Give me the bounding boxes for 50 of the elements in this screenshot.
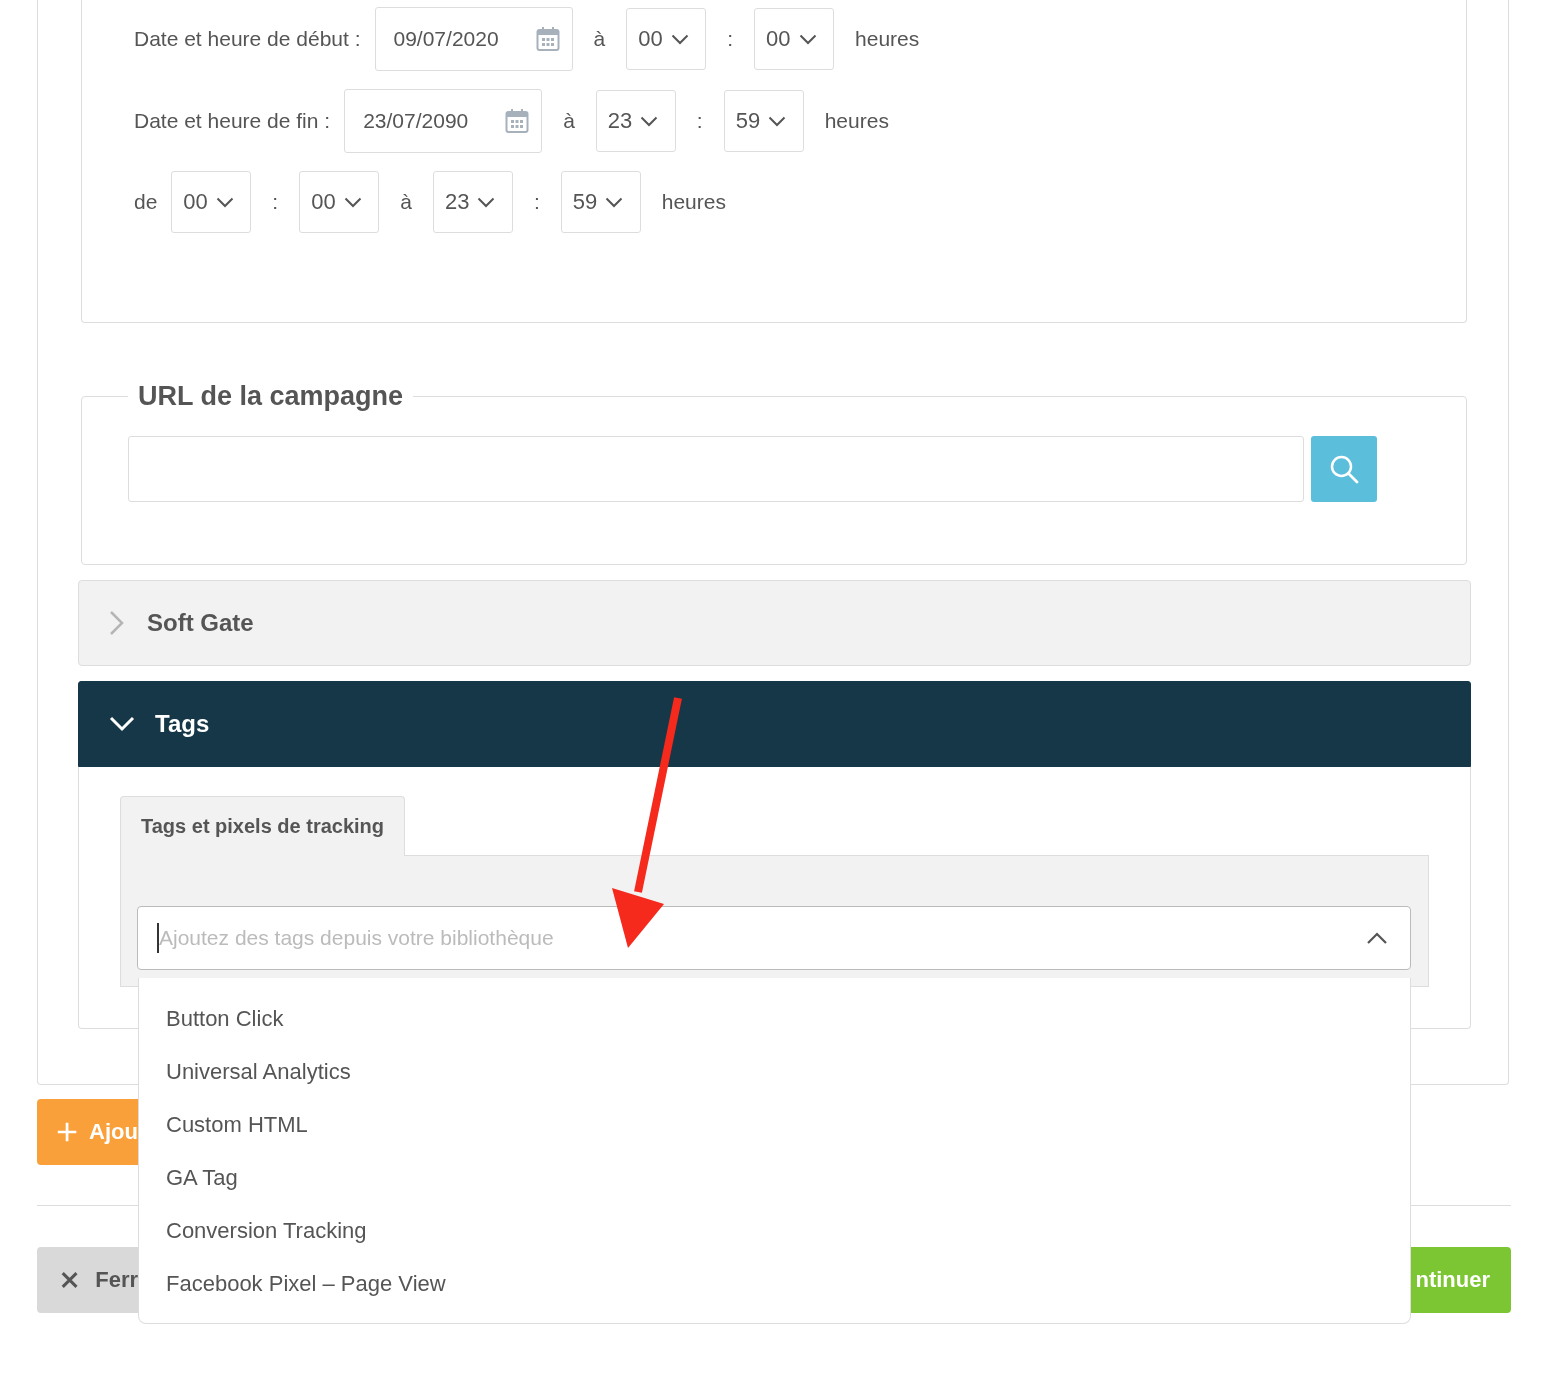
section-title: URL de la campagne xyxy=(137,381,405,412)
close-button[interactable]: Ferr xyxy=(37,1247,138,1313)
search-icon xyxy=(1329,454,1359,484)
time-select[interactable]: 00 xyxy=(754,8,835,70)
dropdown-option[interactable]: Button Click xyxy=(139,992,1410,1045)
search-button[interactable] xyxy=(1311,436,1377,502)
chevron-down-icon xyxy=(798,33,817,45)
time-select[interactable]: 00 xyxy=(171,171,252,233)
date-field[interactable]: 09/07/2020 xyxy=(374,7,573,71)
field-text: heures xyxy=(824,109,889,133)
chevron-down-icon xyxy=(109,716,135,732)
time-select[interactable]: 00 xyxy=(626,8,707,70)
calendar-icon xyxy=(535,26,560,52)
chevron-down-icon xyxy=(477,196,496,208)
time-select[interactable]: 23 xyxy=(432,171,513,233)
dropdown-option[interactable]: Custom HTML xyxy=(139,1098,1410,1151)
field-text: : xyxy=(533,190,540,214)
dropdown-option[interactable]: Facebook Pixel – Page View xyxy=(139,1257,1410,1310)
time-select[interactable]: 00 xyxy=(299,171,380,233)
chevron-down-icon xyxy=(768,115,787,127)
calendar-icon xyxy=(505,108,530,134)
chevron-down-icon xyxy=(640,115,659,127)
chevron-down-icon xyxy=(670,33,689,45)
field-label: de xyxy=(134,190,158,214)
field-text: : xyxy=(727,27,734,51)
dropdown-option[interactable]: Conversion Tracking xyxy=(139,1204,1410,1257)
field-text: à xyxy=(593,27,606,51)
field-text: : xyxy=(272,190,279,214)
accordion-header[interactable]: Tags xyxy=(78,681,1471,767)
accordion-header[interactable]: Soft Gate xyxy=(78,580,1471,666)
date-field[interactable]: 23/07/2090 xyxy=(344,89,543,153)
chevron-down-icon xyxy=(605,196,624,208)
dropdown-option[interactable]: Universal Analytics xyxy=(139,1045,1410,1098)
field-text: à xyxy=(563,109,575,133)
chevron-down-icon xyxy=(343,196,362,208)
field-text: heures xyxy=(855,27,920,51)
chevron-right-icon xyxy=(109,610,125,636)
chevron-down-icon xyxy=(215,196,234,208)
field-label: Date et heure de fin : xyxy=(134,109,331,133)
field-text: : xyxy=(696,109,703,133)
field-label: Date et heure de début : xyxy=(134,27,361,51)
close-icon xyxy=(61,1270,79,1290)
time-select[interactable]: 23 xyxy=(595,90,676,152)
dropdown-option[interactable]: GA Tag xyxy=(139,1151,1410,1204)
field-text: heures xyxy=(661,190,726,214)
time-select[interactable]: 59 xyxy=(560,171,641,233)
time-select[interactable]: 59 xyxy=(723,90,804,152)
url-input[interactable] xyxy=(128,436,1304,502)
tab[interactable]: Tags et pixels de tracking xyxy=(120,796,406,856)
field-text: à xyxy=(400,190,412,214)
